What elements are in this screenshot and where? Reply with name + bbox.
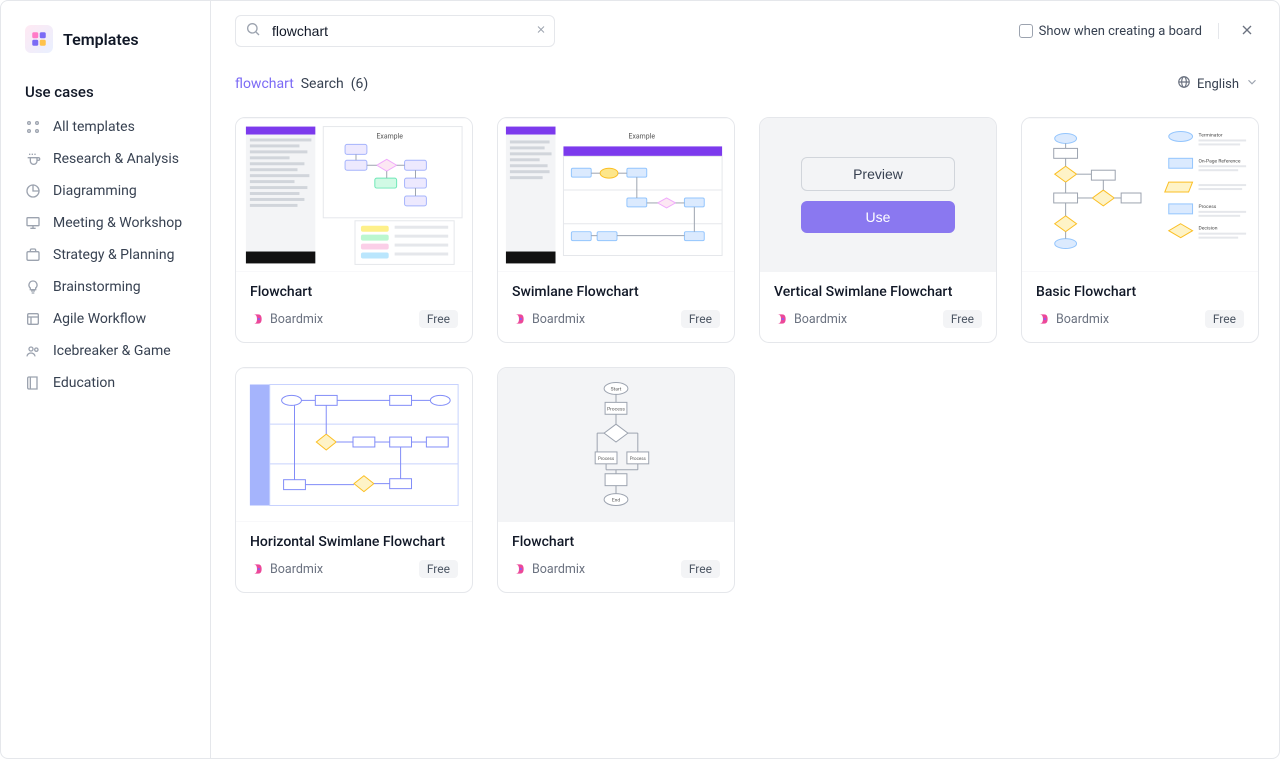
sidebar-item-research-analysis[interactable]: Research & Analysis [11, 143, 200, 175]
price-badge: Free [681, 310, 720, 328]
price-badge: Free [1205, 310, 1244, 328]
nav-label: All templates [53, 119, 135, 135]
group-icon [25, 343, 41, 359]
template-author: Boardmix [512, 312, 585, 327]
main-area: Show when creating a board flowchart Sea… [211, 1, 1280, 758]
pie-icon [25, 183, 41, 199]
template-thumbnail [236, 118, 472, 272]
boardmix-logo-icon [512, 562, 526, 576]
nav-list: All templates Research & Analysis Diagramm… [1, 111, 210, 399]
template-card[interactable]: Swimlane Flowchart Boardmix Free [497, 117, 735, 343]
template-thumbnail [1022, 118, 1258, 272]
price-badge: Free [681, 560, 720, 578]
template-card[interactable]: Basic Flowchart Boardmix Free [1021, 117, 1259, 343]
template-thumbnail [498, 368, 734, 522]
sidebar-item-all-templates[interactable]: All templates [11, 111, 200, 143]
template-title: Swimlane Flowchart [512, 284, 720, 300]
sidebar-item-meeting-workshop[interactable]: Meeting & Workshop [11, 207, 200, 239]
use-button[interactable]: Use [801, 201, 955, 233]
templates-grid: Flowchart Boardmix Free Swimlane Flowchart B… [211, 93, 1280, 617]
language-selector[interactable]: English [1177, 75, 1259, 93]
price-badge: Free [943, 310, 982, 328]
presentation-icon [25, 215, 41, 231]
nav-label: Research & Analysis [53, 151, 179, 167]
language-label: English [1197, 77, 1239, 92]
search-input[interactable] [235, 15, 555, 47]
sidebar-header: Templates [1, 25, 210, 73]
template-title: Basic Flowchart [1036, 284, 1244, 300]
template-title: Flowchart [512, 534, 720, 550]
price-badge: Free [419, 560, 458, 578]
template-card[interactable]: Preview Use Vertical Swimlane Flowchart Boa… [759, 117, 997, 343]
sidebar-item-agile-workflow[interactable]: Agile Workflow [11, 303, 200, 335]
sidebar-item-strategy-planning[interactable]: Strategy & Planning [11, 239, 200, 271]
template-title: Flowchart [250, 284, 458, 300]
checkbox-icon [1019, 24, 1033, 38]
sidebar: Templates Use cases All templates Researc… [1, 1, 211, 758]
nav-label: Icebreaker & Game [53, 343, 171, 359]
globe-icon [1177, 75, 1191, 93]
nav-label: Agile Workflow [53, 311, 146, 327]
nav-label: Brainstorming [53, 279, 141, 295]
nav-label: Meeting & Workshop [53, 215, 182, 231]
template-author: Boardmix [1036, 312, 1109, 327]
template-title: Horizontal Swimlane Flowchart [250, 534, 458, 550]
boardmix-logo-icon [512, 312, 526, 326]
search-container [235, 15, 555, 47]
boardmix-logo-icon [774, 312, 788, 326]
template-thumbnail [498, 118, 734, 272]
divider [1218, 23, 1219, 39]
show-when-creating-checkbox[interactable]: Show when creating a board [1019, 24, 1202, 39]
template-card[interactable]: Flowchart Boardmix Free [497, 367, 735, 593]
template-card[interactable]: Flowchart Boardmix Free [235, 117, 473, 343]
bulb-icon [25, 279, 41, 295]
boardmix-logo-icon [1036, 312, 1050, 326]
boardmix-logo-icon [250, 312, 264, 326]
chevron-down-icon [1245, 75, 1259, 93]
topbar: Show when creating a board [211, 1, 1280, 47]
search-summary: flowchart Search (6) [235, 76, 368, 92]
use-cases-label: Use cases [1, 73, 210, 111]
briefcase-icon [25, 247, 41, 263]
price-badge: Free [419, 310, 458, 328]
sidebar-item-brainstorming[interactable]: Brainstorming [11, 271, 200, 303]
preview-button[interactable]: Preview [801, 157, 955, 191]
templates-logo-icon [25, 25, 53, 53]
cards-icon [25, 311, 41, 327]
nav-label: Education [53, 375, 115, 391]
search-term: flowchart [235, 76, 294, 92]
checkbox-label: Show when creating a board [1039, 24, 1202, 39]
boardmix-logo-icon [250, 562, 264, 576]
nav-label: Strategy & Planning [53, 247, 174, 263]
grid-icon [25, 119, 41, 135]
sidebar-item-diagramming[interactable]: Diagramming [11, 175, 200, 207]
nav-label: Diagramming [53, 183, 137, 199]
template-author: Boardmix [512, 562, 585, 577]
sidebar-item-icebreaker-game[interactable]: Icebreaker & Game [11, 335, 200, 367]
summary-label: Search [301, 76, 344, 92]
card-hover-overlay: Preview Use [760, 118, 996, 272]
template-author: Boardmix [250, 562, 323, 577]
sidebar-title: Templates [63, 30, 139, 49]
template-author: Boardmix [774, 312, 847, 327]
template-title: Vertical Swimlane Flowchart [774, 284, 982, 300]
close-button[interactable] [1235, 18, 1259, 45]
cup-icon [25, 151, 41, 167]
template-thumbnail [236, 368, 472, 522]
sidebar-item-education[interactable]: Education [11, 367, 200, 399]
summary-count: (6) [351, 76, 369, 92]
clear-search-button[interactable] [535, 24, 547, 39]
template-author: Boardmix [250, 312, 323, 327]
search-icon [245, 21, 261, 41]
template-card[interactable]: Horizontal Swimlane Flowchart Boardmix Fre… [235, 367, 473, 593]
book-icon [25, 375, 41, 391]
template-thumbnail: Preview Use [760, 118, 996, 272]
summary-row: flowchart Search (6) English [211, 47, 1280, 93]
